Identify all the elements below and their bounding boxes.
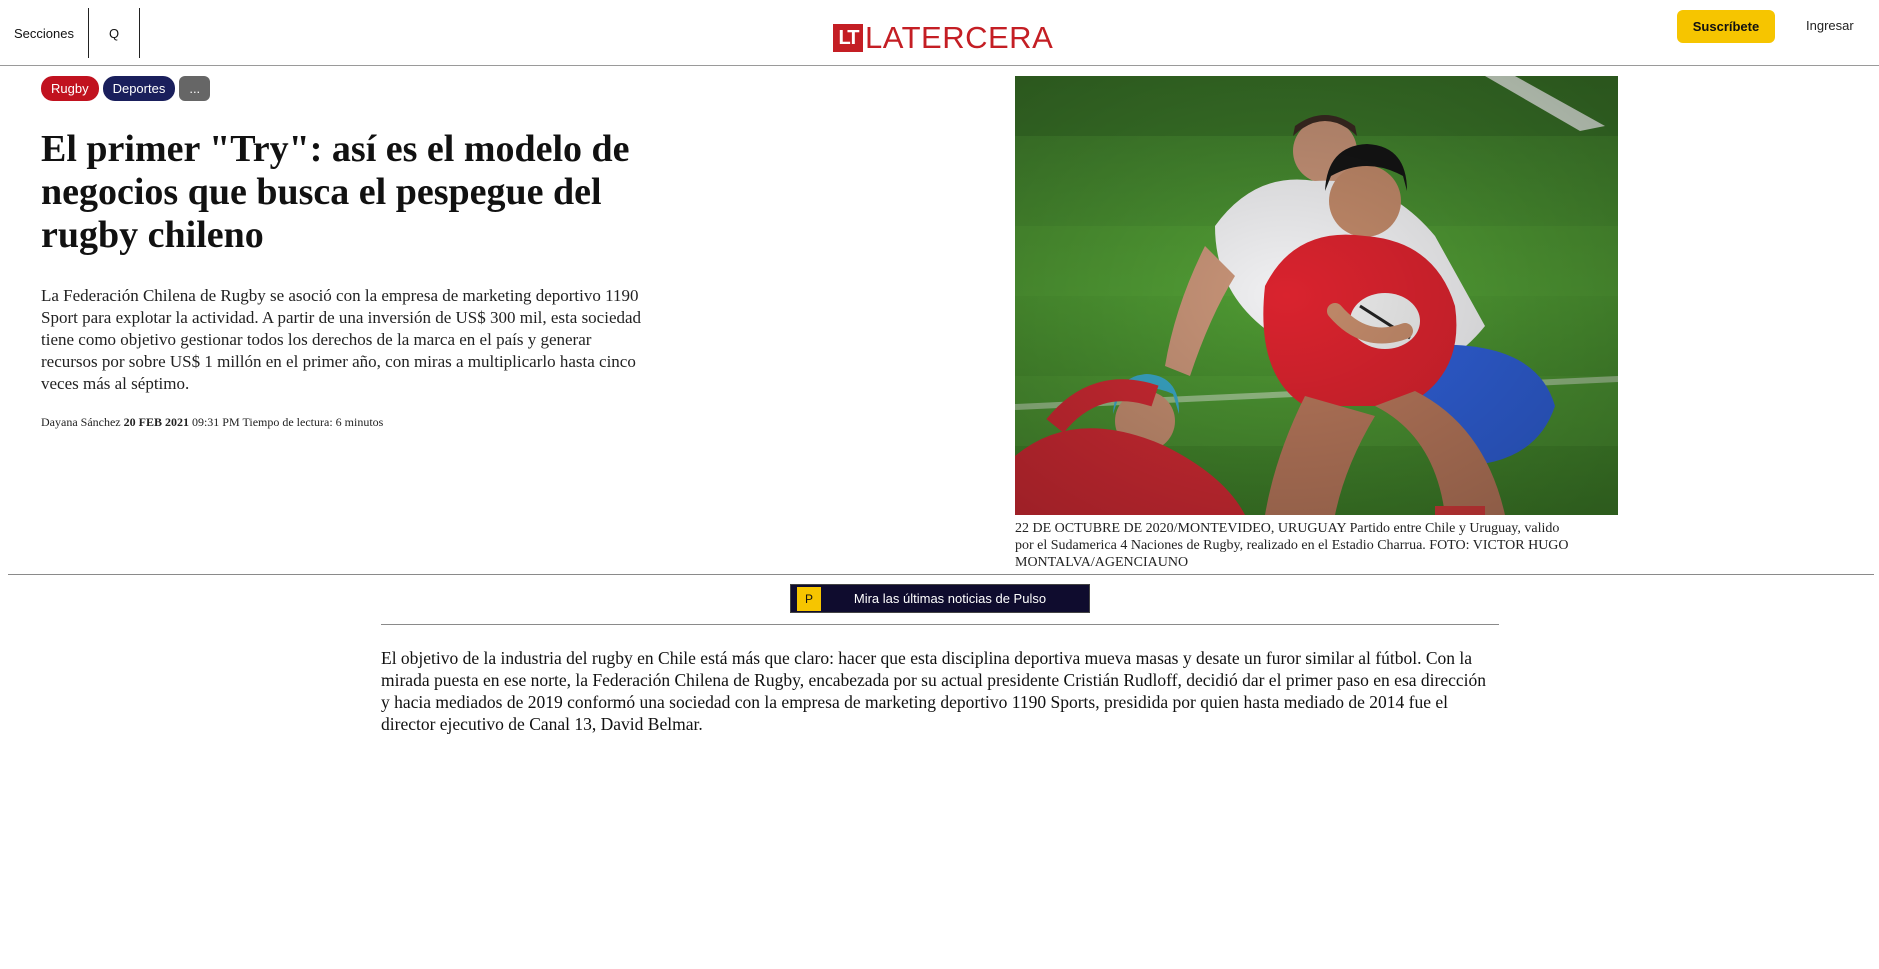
pulso-logo-icon: P: [797, 586, 821, 611]
section-divider: [8, 574, 1874, 575]
site-logo[interactable]: LT LATERCERA: [833, 20, 1053, 56]
photo-caption: 22 DE OCTUBRE DE 2020/MONTEVIDEO, URUGUA…: [1015, 521, 1569, 570]
sections-menu-button[interactable]: Secciones: [0, 8, 88, 58]
search-button[interactable]: Q: [89, 8, 139, 58]
article-photo: [1015, 76, 1618, 515]
logo-mark: LT: [833, 24, 863, 52]
body-divider: [381, 624, 1499, 625]
subscribe-button[interactable]: Suscríbete: [1677, 10, 1775, 43]
login-link[interactable]: Ingresar: [1806, 18, 1854, 33]
article-lead: La Federación Chilena de Rugby se asoció…: [41, 286, 642, 393]
pulso-news-banner[interactable]: P Mira las últimas noticias de Pulso: [790, 584, 1090, 613]
site-header: Secciones Q LT LATERCERA Suscríbete Ingr…: [0, 0, 1879, 66]
header-nav: Secciones Q: [0, 8, 141, 58]
article-byline: Dayana Sánchez 20 FEB 2021 09:31 PM Tiem…: [41, 415, 383, 430]
tag-more-button[interactable]: ...: [179, 76, 211, 101]
author-name[interactable]: Dayana Sánchez: [41, 415, 121, 429]
publish-time: 09:31 PM: [191, 415, 240, 429]
article-tags: Rugby Deportes ...: [41, 76, 211, 101]
publish-date: 20 FEB 2021: [123, 415, 189, 429]
nav-divider: [139, 8, 141, 58]
tag-deportes[interactable]: Deportes: [102, 76, 176, 101]
pulso-banner-label: Mira las últimas noticias de Pulso: [853, 591, 1047, 606]
reading-time: Tiempo de lectura: 6 minutos: [242, 415, 384, 429]
logo-text: LATERCERA: [865, 20, 1054, 55]
article-headline: El primer "Try": así es el modelo de neg…: [41, 128, 630, 256]
article-body-paragraph: El objetivo de la industria del rugby en…: [381, 648, 1487, 734]
tag-rugby[interactable]: Rugby: [41, 76, 99, 101]
